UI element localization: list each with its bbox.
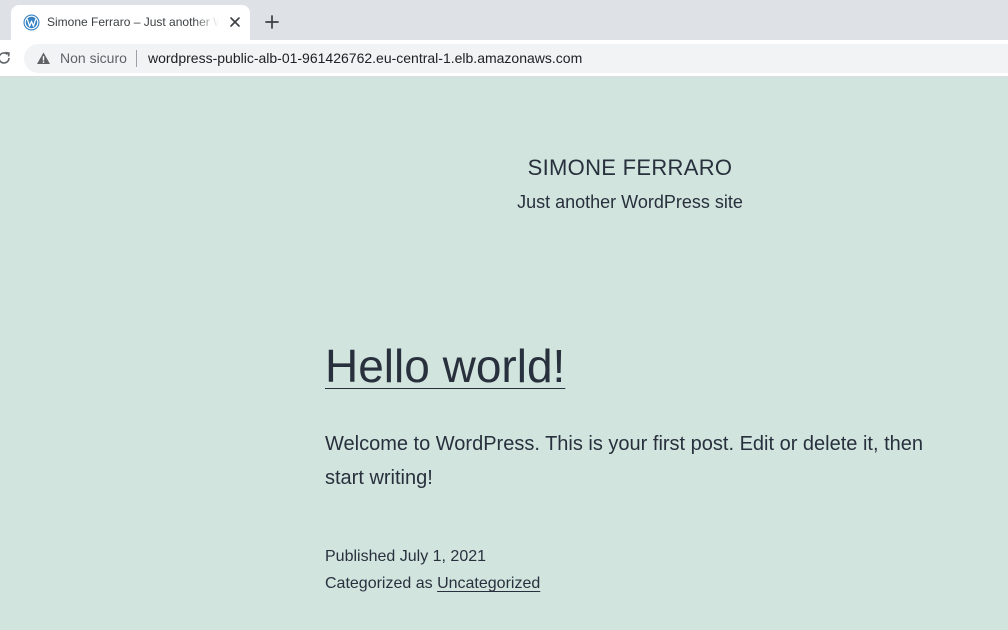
browser-tab-strip: Simone Ferraro – Just another WordPress … [0, 0, 1008, 40]
wordpress-icon [23, 14, 40, 31]
url-text[interactable]: wordpress-public-alb-01-961426762.eu-cen… [148, 50, 582, 67]
tab-title: Simone Ferraro – Just another WordPress … [47, 15, 219, 29]
address-divider [136, 50, 137, 67]
post-category-meta: Categorized as Uncategorized [325, 574, 540, 594]
plus-icon[interactable] [262, 12, 282, 32]
published-date: July 1, 2021 [399, 548, 487, 565]
security-label[interactable]: Non sicuro [60, 50, 127, 67]
site-title[interactable]: SIMONE FERRARO [0, 155, 1008, 181]
post-body: Welcome to WordPress. This is your first… [325, 433, 924, 489]
warning-icon[interactable] [36, 51, 51, 66]
page-content: SIMONE FERRARO Just another WordPress si… [0, 77, 1008, 630]
published-label: Published [325, 548, 396, 565]
category-link[interactable]: Uncategorized [437, 575, 540, 592]
reload-icon[interactable] [0, 50, 12, 66]
category-label: Categorized as [325, 575, 433, 592]
site-description: Just another WordPress site [517, 192, 743, 212]
close-icon[interactable] [227, 14, 243, 30]
post-published-meta: Published July 1, 2021 [325, 547, 486, 567]
address-bar[interactable]: Non sicuro wordpress-public-alb-01-96142… [24, 44, 1008, 73]
browser-tab[interactable]: Simone Ferraro – Just another WordPress … [11, 5, 250, 40]
post-title-link[interactable]: Hello world! [325, 339, 565, 393]
browser-toolbar: Non sicuro wordpress-public-alb-01-96142… [0, 40, 1008, 77]
